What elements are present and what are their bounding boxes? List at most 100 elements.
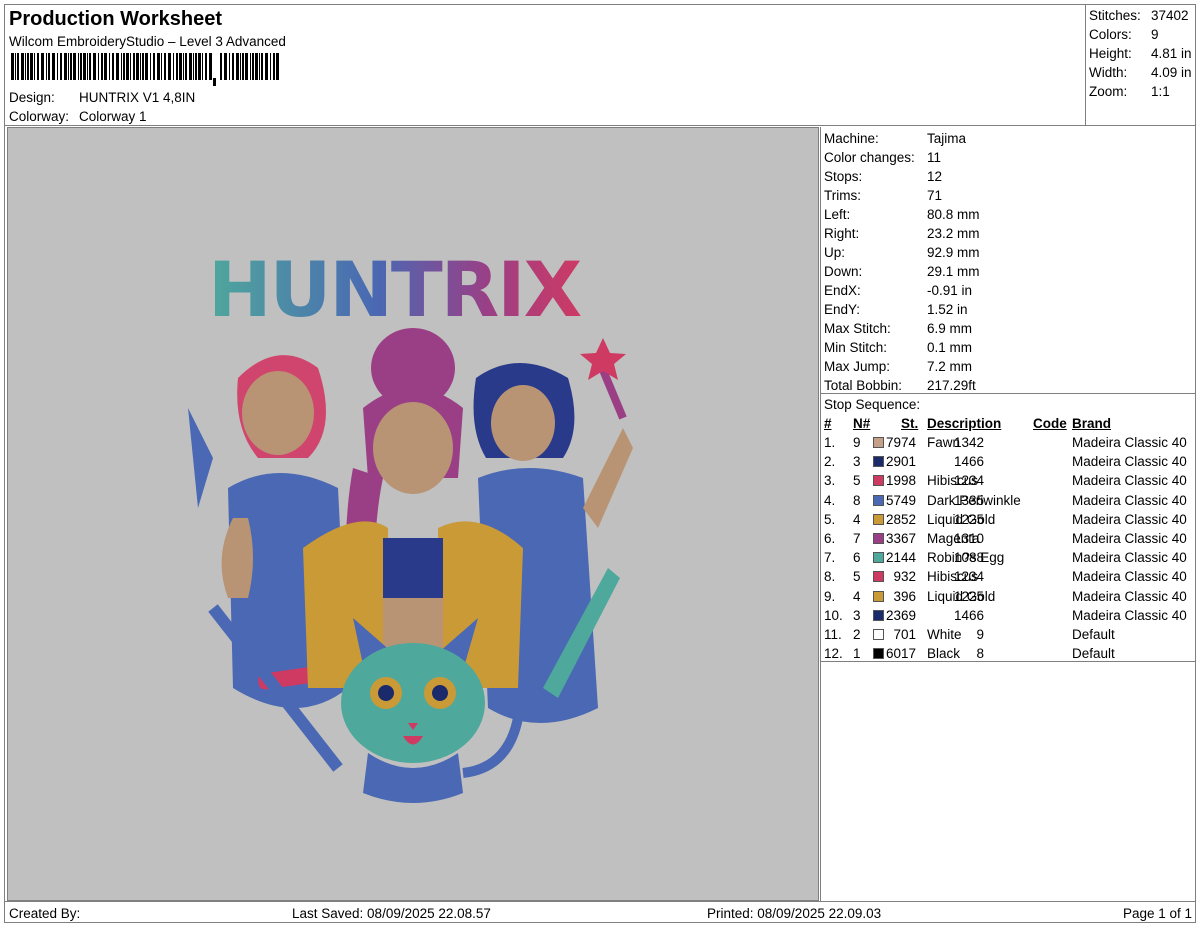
color-description: White bbox=[927, 627, 962, 642]
down-label: Down: bbox=[824, 264, 863, 279]
stitch-count: 6017 bbox=[885, 646, 916, 662]
stop-number: 2. bbox=[824, 454, 836, 470]
color-swatch bbox=[873, 629, 884, 640]
colorway-row: Colorway: Colorway 1 bbox=[9, 109, 147, 124]
printed-date: Printed: 08/09/2025 22.09.03 bbox=[707, 906, 882, 921]
stitch-count: 7974 bbox=[885, 435, 916, 450]
height-value: 4.81 in bbox=[1151, 46, 1192, 61]
max-stitch-label: Max Stitch: bbox=[824, 321, 891, 336]
stop-row: 11. 2 701 White 9 Default bbox=[821, 627, 1197, 646]
thread-code: 1225 bbox=[953, 588, 984, 604]
stitches-value: 37402 bbox=[1151, 8, 1189, 23]
machine-info: Machine: Tajima Color changes: 11 Stops: 12… bbox=[820, 127, 1196, 394]
stop-row: 10. 3 2369 1466 Madeira Classic 40 bbox=[821, 608, 1197, 627]
stop-sequence: Stop Sequence: # N# St. Description Code… bbox=[820, 394, 1196, 662]
endx-label: EndX: bbox=[824, 283, 861, 298]
endy-label: EndY: bbox=[824, 302, 861, 317]
max-jump-value: 7.2 mm bbox=[927, 359, 973, 374]
page-number: Page 1 of 1 bbox=[1122, 906, 1192, 921]
col-n: N# bbox=[853, 416, 871, 431]
zoom-value: 1:1 bbox=[1151, 84, 1170, 99]
needle-number: 3 bbox=[853, 607, 861, 623]
col-st: St. bbox=[901, 416, 919, 431]
col-num: # bbox=[824, 416, 832, 431]
thread-code: 1225 bbox=[953, 511, 984, 527]
stop-sequence-label: Stop Sequence: bbox=[824, 397, 921, 412]
thread-code: 1310 bbox=[953, 531, 984, 546]
needle-number: 5 bbox=[853, 473, 861, 489]
endx-value: -0.91 in bbox=[927, 283, 973, 298]
needle-number: 7 bbox=[853, 531, 861, 546]
stitch-count: 701 bbox=[893, 627, 916, 642]
stop-number: 10. bbox=[824, 607, 843, 623]
color-swatch bbox=[873, 590, 884, 602]
stop-row: 2. 3 2901 1466 Madeira Classic 40 bbox=[821, 454, 1197, 473]
color-changes-value: 11 bbox=[927, 150, 942, 165]
needle-number: 1 bbox=[853, 646, 861, 662]
col-brand: Brand bbox=[1072, 416, 1112, 431]
width-value: 4.09 in bbox=[1151, 65, 1192, 80]
thread-brand: Madeira Classic 40 bbox=[1072, 473, 1187, 489]
thread-code: 1234 bbox=[953, 569, 984, 585]
height-label: Height: bbox=[1089, 46, 1132, 61]
stitch-count: 932 bbox=[893, 569, 916, 585]
stop-row: 9. 4 396 Liquid Gold 1225 Madeira Classic 40 bbox=[821, 589, 1197, 608]
color-swatch bbox=[873, 552, 884, 564]
needle-number: 5 bbox=[853, 569, 861, 585]
embroidery-artwork: HUNTRIX bbox=[188, 245, 633, 803]
stitch-count: 1998 bbox=[885, 473, 916, 489]
color-description: Black bbox=[927, 646, 961, 662]
min-stitch-label: Min Stitch: bbox=[824, 340, 888, 355]
total-bobbin-label: Total Bobbin: bbox=[824, 378, 903, 393]
stop-row: 6. 7 3367 Magenta 1310 Madeira Classic 40 bbox=[821, 531, 1197, 550]
colors-value: 9 bbox=[1151, 27, 1159, 42]
stop-number: 8. bbox=[824, 569, 836, 585]
needle-number: 4 bbox=[853, 511, 861, 527]
design-label: Design: bbox=[9, 90, 55, 105]
stitch-count: 2144 bbox=[885, 550, 916, 566]
right-label: Right: bbox=[824, 226, 860, 241]
left-value: 80.8 mm bbox=[927, 207, 980, 222]
machine-label: Machine: bbox=[824, 131, 879, 146]
worksheet-footer: Created By: Last Saved: 08/09/2025 22.08… bbox=[5, 901, 1196, 923]
needle-number: 4 bbox=[853, 588, 861, 604]
thread-brand: Default bbox=[1072, 646, 1115, 662]
thread-brand: Madeira Classic 40 bbox=[1072, 607, 1187, 623]
trims-label: Trims: bbox=[824, 188, 861, 203]
design-stats: Stitches: 37402 Colors: 9 Height: 4.81 in W… bbox=[1086, 5, 1196, 126]
production-worksheet: Production Worksheet Wilcom EmbroiderySt… bbox=[4, 4, 1196, 923]
needle-number: 2 bbox=[853, 627, 861, 642]
max-jump-label: Max Jump: bbox=[824, 359, 891, 374]
total-bobbin-value: 217.29ft bbox=[927, 378, 976, 393]
up-label: Up: bbox=[824, 245, 846, 260]
needle-number: 8 bbox=[853, 492, 861, 508]
stitch-count: 3367 bbox=[885, 531, 916, 546]
color-swatch bbox=[873, 437, 884, 448]
worksheet-header: Production Worksheet Wilcom EmbroiderySt… bbox=[5, 5, 1086, 126]
color-swatch bbox=[873, 648, 884, 660]
stop-row: 7. 6 2144 Robin?s Egg 1088 Madeira Classic 40 bbox=[821, 550, 1197, 569]
color-swatch bbox=[873, 609, 884, 621]
stitch-count: 2369 bbox=[885, 607, 916, 623]
min-stitch-value: 0.1 mm bbox=[927, 340, 973, 355]
stop-number: 5. bbox=[824, 511, 836, 527]
width-label: Width: bbox=[1089, 65, 1128, 80]
color-swatch bbox=[873, 456, 884, 468]
stop-row: 1. 9 7974 Fawn 1342 Madeira Classic 40 bbox=[821, 435, 1197, 454]
stitches-label: Stitches: bbox=[1089, 8, 1141, 23]
right-value: 23.2 mm bbox=[927, 226, 980, 241]
stop-number: 3. bbox=[824, 473, 836, 489]
col-description: Description bbox=[927, 416, 1002, 431]
color-swatch bbox=[873, 475, 884, 487]
endy-value: 1.52 in bbox=[927, 302, 968, 317]
stitch-count: 5749 bbox=[885, 492, 916, 508]
thread-code: 1466 bbox=[953, 454, 984, 470]
max-stitch-value: 6.9 mm bbox=[927, 321, 973, 336]
software-name: Wilcom EmbroideryStudio – Level 3 Advanc… bbox=[9, 34, 286, 49]
thread-brand: Madeira Classic 40 bbox=[1072, 492, 1187, 508]
thread-brand: Madeira Classic 40 bbox=[1072, 550, 1187, 566]
stop-number: 12. bbox=[824, 646, 843, 662]
last-saved: Last Saved: 08/09/2025 22.08.57 bbox=[292, 906, 491, 921]
zoom-label: Zoom: bbox=[1089, 84, 1128, 99]
created-by: Created By: bbox=[9, 906, 81, 921]
